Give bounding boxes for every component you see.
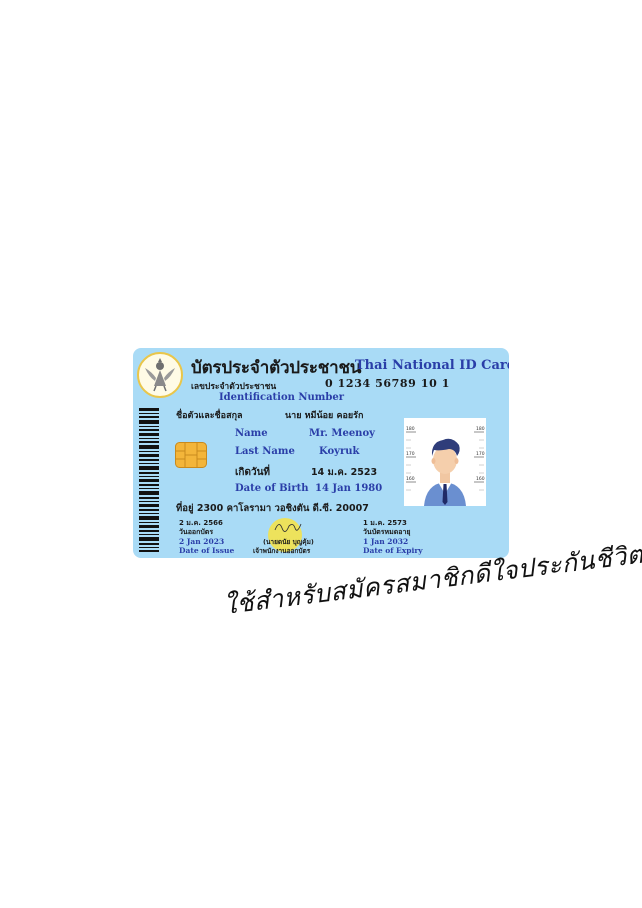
- height-mark-right-3: 160: [476, 476, 485, 482]
- birth-label-english: Date of Birth: [235, 483, 309, 494]
- issue-date-english: 2 Jan 2023: [179, 537, 225, 546]
- birth-label-thai: เกิดวันที่: [235, 467, 271, 478]
- height-mark-left-3: 160: [406, 476, 415, 482]
- portrait-photo: 180 180 170 170 160 160: [404, 418, 486, 506]
- issue-label-english: Date of Issue: [179, 546, 235, 555]
- smart-chip-icon: [175, 442, 207, 468]
- thai-id-card: บัตรประจำตัวประชาชน Thai National ID Car…: [133, 348, 509, 558]
- barcode-icon: [139, 408, 159, 552]
- name-value-thai: นาย หมีน้อย คอยรัก: [285, 411, 364, 421]
- birth-value-english: 14 Jan 1980: [315, 483, 383, 494]
- height-mark-left-1: 180: [406, 426, 415, 432]
- lastname-value-english: Koyruk: [319, 446, 360, 457]
- portrait-avatar-icon: 180 180 170 170 160 160: [406, 426, 485, 506]
- height-mark-right-1: 180: [476, 426, 485, 432]
- name-label-english: Name: [235, 428, 268, 439]
- signature-icon: [274, 523, 302, 532]
- height-mark-right-2: 170: [476, 451, 485, 457]
- page: บัตรประจำตัวประชาชน Thai National ID Car…: [0, 0, 642, 908]
- id-number-label-thai: เลขประจำตัวประชาชน: [191, 382, 277, 392]
- birth-value-thai: 14 ม.ค. 2523: [311, 467, 378, 478]
- id-number-label-english: Identification Number: [219, 392, 345, 403]
- height-mark-left-2: 170: [406, 451, 415, 457]
- expiry-date-english: 1 Jan 2032: [363, 537, 409, 546]
- id-number-value: 0 1234 56789 10 1: [325, 377, 451, 390]
- name-value-english: Mr. Meenoy: [309, 428, 375, 439]
- issuing-officer-title: เจ้าพนักงานออกบัตร: [253, 547, 311, 555]
- expiry-label-english: Date of Expiry: [363, 546, 423, 555]
- address: ที่อยู่ 2300 คาโลรามา วอชิงตัน ดี.ซี. 20…: [176, 503, 369, 514]
- card-title-english: Thai National ID Card: [355, 358, 509, 373]
- lastname-label-english: Last Name: [235, 446, 295, 457]
- name-label-thai: ชื่อตัวและชื่อสกุล: [176, 411, 243, 421]
- garuda-emblem-icon: [137, 352, 183, 398]
